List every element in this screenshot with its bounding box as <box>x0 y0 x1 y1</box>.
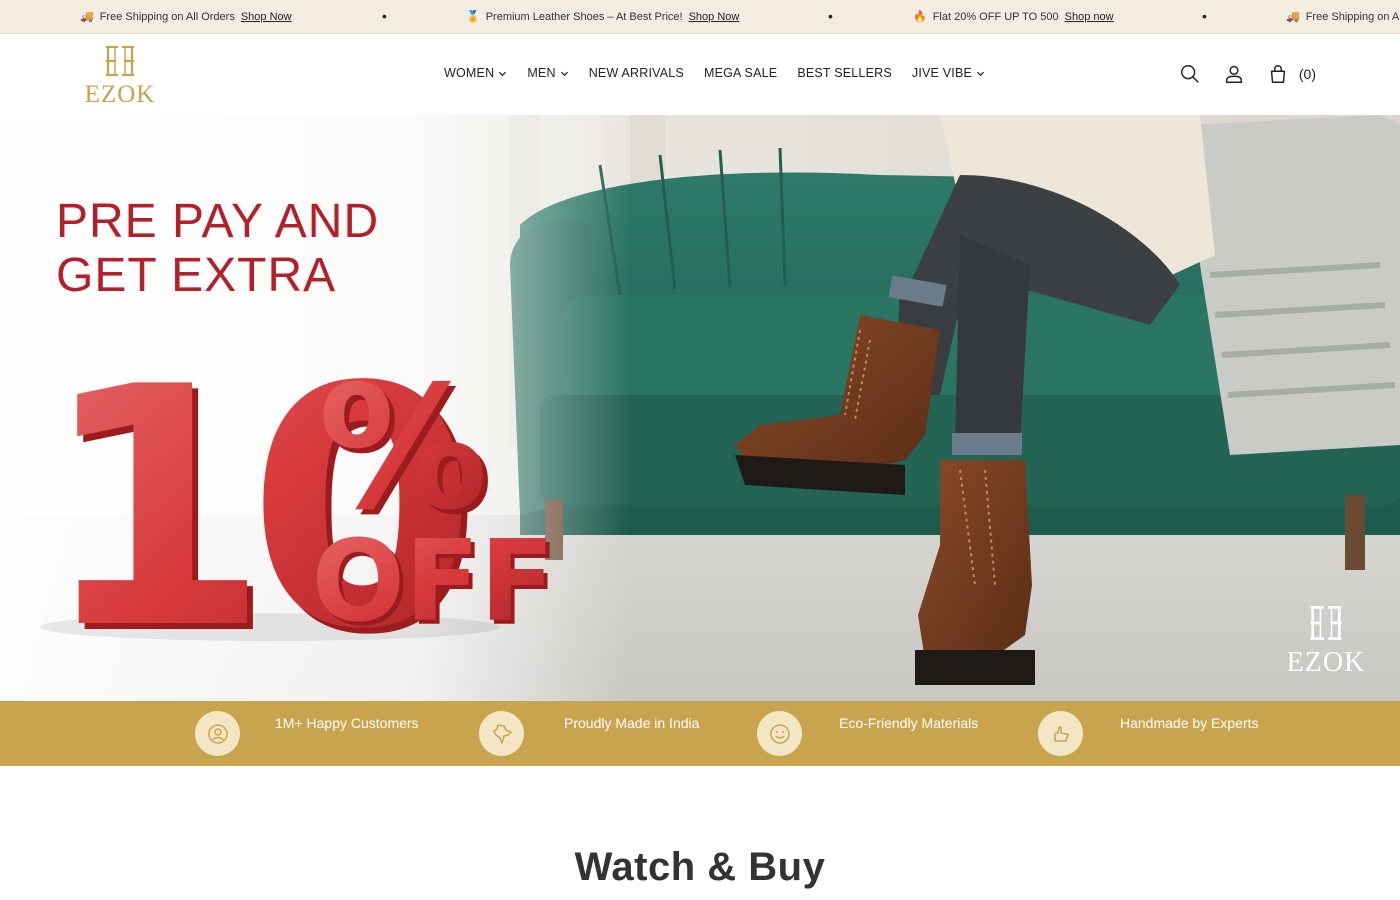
announcement-item: 🚚 Free Shipping on All Orders Shop Now <box>80 10 292 24</box>
feature-label: Handmade by Experts <box>1120 715 1259 731</box>
chevron-down-icon <box>499 71 507 76</box>
logo-text: EZOK <box>84 81 156 108</box>
feature-item <box>1038 711 1083 756</box>
main-nav: WOMEN MEN NEW ARRIVALS MEGA SALE BEST SE… <box>444 66 985 80</box>
india-map-icon <box>479 711 524 756</box>
hand-icon <box>1038 711 1083 756</box>
site-header: EZOK WOMEN MEN NEW ARRIVALS MEGA SALE BE… <box>0 35 1400 115</box>
header-actions: (0) <box>1179 63 1316 85</box>
nav-item-men[interactable]: MEN <box>527 66 568 80</box>
feature-label: Proudly Made in India <box>564 715 700 731</box>
shop-now-link[interactable]: Shop Now <box>689 11 740 23</box>
announcement-text: Free Shipping on All Orders <box>1305 10 1400 23</box>
nav-label: MEGA SALE <box>703 66 778 80</box>
shop-now-link[interactable]: Shop now <box>1065 11 1114 23</box>
logo-mark-icon <box>106 45 134 77</box>
hero-banner[interactable]: 10 10 % % OFF OFF PRE PAY AND GET EXTRA … <box>0 115 1400 701</box>
nav-label: MEN <box>527 66 556 80</box>
announcement-text: Flat 20% OFF UP TO 500 <box>932 10 1059 23</box>
smiley-icon <box>757 711 802 756</box>
nav-label: WOMEN <box>444 66 495 80</box>
chevron-down-icon <box>560 71 568 76</box>
section-title: Watch & Buy <box>574 845 826 889</box>
discount-graphic: 10 10 % % OFF OFF <box>40 317 559 701</box>
announcement-text: Free Shipping on All Orders <box>99 10 235 23</box>
search-icon[interactable] <box>1179 63 1201 85</box>
announcement-item: 🔥 Flat 20% OFF UP TO 500 Shop now <box>913 10 1114 24</box>
logo-mark-icon <box>1310 606 1342 640</box>
hero-headline-line2: GET EXTRA <box>56 249 337 302</box>
discount-word: OFF <box>312 517 555 647</box>
feature-item <box>195 711 240 756</box>
cart-count: (0) <box>1298 66 1316 82</box>
nav-item-mega-sale[interactable]: MEGA SALE <box>704 66 777 80</box>
nav-item-jive-vibe[interactable]: JIVE VIBE <box>912 66 985 80</box>
feature-item <box>757 711 802 756</box>
chevron-down-icon <box>976 71 985 76</box>
feature-label: Eco-Friendly Materials <box>839 715 979 731</box>
nav-label: JIVE VIBE <box>911 66 973 80</box>
feature-item <box>479 711 524 756</box>
announcement-item: 🚚 Free Shipping on All Orders <box>1286 10 1400 24</box>
nav-label: NEW ARRIVALS <box>588 66 684 80</box>
announcement-text: Premium Leather Shoes – At Best Price! <box>485 10 683 23</box>
nav-item-best-sellers[interactable]: BEST SELLERS <box>797 66 892 80</box>
nav-label: BEST SELLERS <box>797 66 892 80</box>
separator-dot: • <box>828 8 833 24</box>
truck-icon: 🚚 <box>80 11 94 23</box>
hero-headline-line1: PRE PAY AND <box>56 195 380 248</box>
hero-watermark-logo: EZOK <box>1280 603 1372 683</box>
account-icon[interactable] <box>1223 63 1245 85</box>
shop-now-link[interactable]: Shop Now <box>241 11 292 23</box>
cart-icon <box>1270 65 1286 83</box>
nav-item-new-arrivals[interactable]: NEW ARRIVALS <box>589 66 684 80</box>
medal-icon: 🏅 <box>466 11 480 23</box>
happy-customers-icon <box>195 711 240 756</box>
nav-item-women[interactable]: WOMEN <box>444 66 507 80</box>
fire-icon: 🔥 <box>913 11 927 23</box>
hero-headline: PRE PAY AND GET EXTRA <box>56 195 379 303</box>
feature-label: 1M+ Happy Customers <box>275 715 419 731</box>
features-strip: 1M+ Happy Customers Proudly Made in Indi… <box>0 701 1400 766</box>
announcement-item: 🏅 Premium Leather Shoes – At Best Price!… <box>466 10 740 24</box>
separator-dot: • <box>1202 8 1207 24</box>
brand-logo[interactable]: EZOK <box>82 43 158 108</box>
separator-dot: • <box>382 8 387 24</box>
truck-icon: 🚚 <box>1286 11 1300 23</box>
hero-watermark-text: EZOK <box>1286 647 1366 678</box>
cart-button[interactable]: (0) <box>1267 63 1316 85</box>
announcement-bar: 🚚 Free Shipping on All Orders Shop Now •… <box>0 0 1400 34</box>
